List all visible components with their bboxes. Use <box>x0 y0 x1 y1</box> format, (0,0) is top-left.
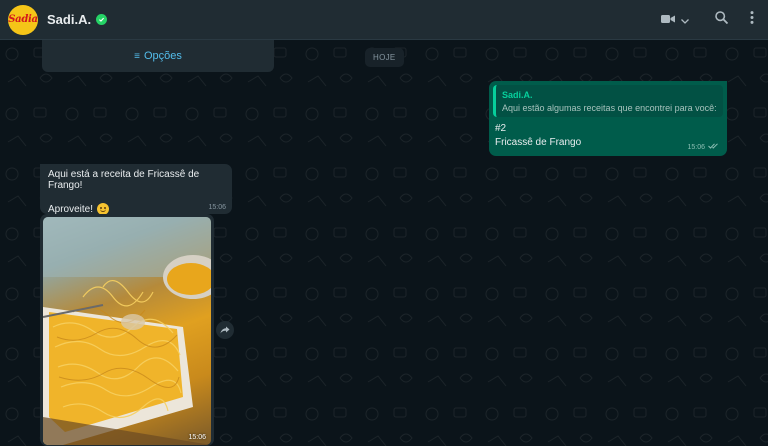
enjoy-label: Aproveite! <box>48 203 94 215</box>
message-time: 15:06 <box>687 143 705 151</box>
message-meta: 15:06 <box>687 143 719 151</box>
options-label: Opções <box>143 50 182 62</box>
quote-author: Sadi.A. <box>502 90 533 100</box>
image-message[interactable]: 15:06 <box>40 214 214 446</box>
brand-logo: Sadia <box>8 14 38 25</box>
message-time: 15:06 <box>208 204 226 211</box>
message-text-number: #2 <box>495 123 507 134</box>
incoming-message[interactable]: Aqui está a receita de Fricassê de Frang… <box>40 164 232 215</box>
header-actions <box>661 10 754 29</box>
forward-button[interactable] <box>216 321 234 339</box>
double-check-icon <box>708 143 719 151</box>
quote-text: Aqui estão algumas receitas que encontre… <box>502 103 717 113</box>
menu-button[interactable] <box>750 10 754 29</box>
chat-header: Sadia Sadi.A. <box>0 0 768 40</box>
contact-name[interactable]: Sadi.A. <box>47 12 91 27</box>
forward-icon <box>220 321 230 339</box>
options-button[interactable]: ≡ Opções <box>42 40 274 72</box>
message-text: Aqui está a receita de Fricassê de Frang… <box>48 169 200 191</box>
date-badge: HOJE <box>365 48 404 67</box>
menu-icon <box>750 10 754 29</box>
food-photo[interactable]: 15:06 <box>43 217 211 445</box>
verified-badge-icon <box>96 14 108 25</box>
outgoing-message[interactable]: Sadi.A. Aqui estão algumas receitas que … <box>489 81 727 156</box>
chevron-down-icon <box>681 11 689 29</box>
video-call-icon <box>661 11 675 29</box>
avatar[interactable]: Sadia <box>8 4 38 35</box>
quoted-message[interactable]: Sadi.A. Aqui estão algumas receitas que … <box>493 85 723 117</box>
food-photo-illustration <box>43 217 211 445</box>
list-icon: ≡ <box>134 50 140 62</box>
video-call-button[interactable] <box>661 11 689 29</box>
chat-area[interactable]: ≡ Opções HOJE Sadi.A. Aqui estão algumas… <box>0 40 768 446</box>
search-button[interactable] <box>715 10 729 29</box>
search-icon <box>715 10 729 29</box>
message-time: 15:06 <box>188 434 206 441</box>
